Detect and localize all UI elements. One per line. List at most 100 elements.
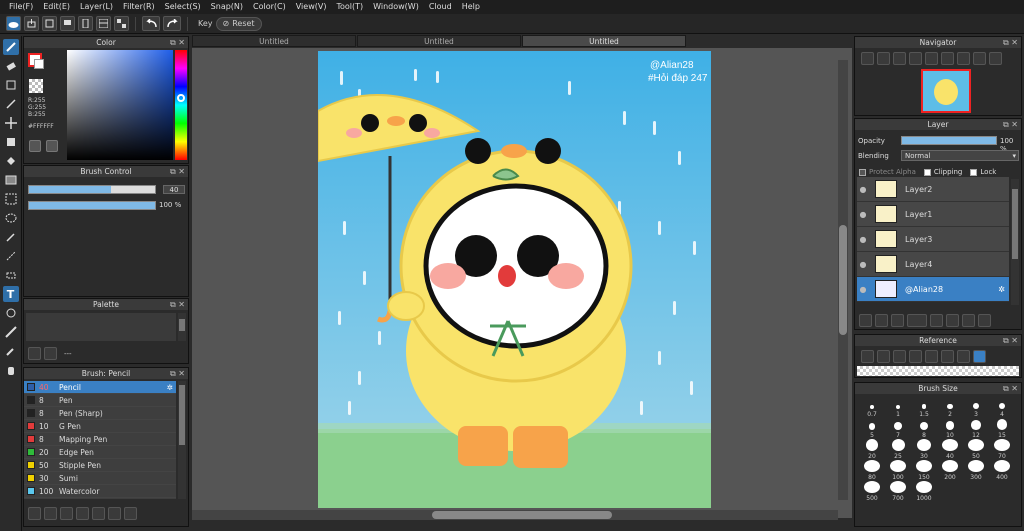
brush-size-cell[interactable]: 200 — [937, 460, 963, 481]
fit-screen-icon[interactable] — [941, 52, 954, 65]
brush-size-cell[interactable]: 20 — [859, 439, 885, 460]
add-palette-icon[interactable] — [28, 347, 41, 360]
brush-size-cell[interactable]: 1.5 — [911, 397, 937, 418]
zoom-in-icon[interactable] — [877, 52, 890, 65]
menu-cloud[interactable]: Cloud — [424, 0, 457, 14]
new-canvas-icon[interactable] — [42, 16, 57, 31]
magic-wand-icon[interactable] — [3, 229, 19, 245]
eraser-tool-icon[interactable] — [3, 58, 19, 74]
open-reference-icon[interactable] — [877, 350, 890, 363]
brush-size-cell[interactable]: 300 — [963, 460, 989, 481]
reference-image-area[interactable] — [857, 366, 1019, 376]
blending-select[interactable]: Normal ▾ — [901, 150, 1019, 161]
brush-item[interactable]: 20 Edge Pen — [24, 446, 176, 459]
palette-swatches[interactable] — [26, 313, 176, 341]
hand-reference-icon[interactable] — [973, 350, 986, 363]
delete-brush-icon[interactable] — [124, 507, 137, 520]
menu-layer[interactable]: Layer(L) — [75, 0, 118, 14]
panel-layout-icon[interactable] — [96, 16, 111, 31]
reset-button[interactable]: ⊘ Reset — [215, 16, 262, 31]
fill-rect-tool-icon[interactable] — [3, 134, 19, 150]
brush-size-cell[interactable]: 25 — [885, 439, 911, 460]
hand-tool-icon[interactable] — [3, 362, 19, 378]
brush-size-cell[interactable]: 80 — [859, 460, 885, 481]
tab-untitled-2[interactable]: Untitled — [357, 35, 521, 47]
layer-row[interactable]: ● Layer3 — [857, 227, 1009, 252]
tab-untitled-3[interactable]: Untitled — [522, 35, 686, 47]
brush-size-cell[interactable]: 0.7 — [859, 397, 885, 418]
brush-size-cell[interactable]: 4 — [989, 397, 1015, 418]
brush-size-cell[interactable]: 15 — [989, 418, 1015, 439]
zoom-out-reference-icon[interactable] — [941, 350, 954, 363]
select-eraser-icon[interactable] — [3, 267, 19, 283]
menu-view[interactable]: View(V) — [291, 0, 332, 14]
brush-item[interactable]: 40 Pencil ✲ — [24, 381, 176, 394]
add-brush-icon[interactable] — [44, 507, 57, 520]
brush-size-slider[interactable] — [28, 185, 156, 194]
duplicate-brush-icon[interactable] — [108, 507, 121, 520]
fit-reference-icon[interactable] — [925, 350, 938, 363]
brush-size-cell[interactable]: 150 — [911, 460, 937, 481]
menu-help[interactable]: Help — [457, 0, 485, 14]
bucket-tool-icon[interactable] — [3, 153, 19, 169]
panel-expand-icon[interactable]: ⧉ ✕ — [170, 166, 185, 177]
color-swap-icon[interactable] — [46, 140, 58, 152]
menu-filter[interactable]: Filter(R) — [118, 0, 160, 14]
panel-expand-icon[interactable]: ⧉ ✕ — [170, 299, 185, 310]
hue-slider[interactable] — [175, 50, 187, 160]
brush-size-cell[interactable]: 12 — [963, 418, 989, 439]
panel-expand-icon[interactable]: ⧉ ✕ — [170, 37, 185, 48]
layer-opacity-slider[interactable] — [901, 136, 997, 145]
panel-expand-icon[interactable]: ⧉ ✕ — [170, 368, 185, 379]
eyedropper-reference-icon[interactable] — [957, 350, 970, 363]
clipping-checkbox[interactable]: Clipping — [923, 168, 962, 176]
brush-opacity-slider[interactable] — [28, 201, 156, 210]
undo-icon[interactable] — [142, 16, 160, 31]
lock-checkbox[interactable]: Lock — [970, 168, 996, 176]
palette-wheel-icon[interactable] — [29, 140, 41, 152]
select-pen-icon[interactable] — [3, 248, 19, 264]
brush-list-scrollbar[interactable] — [178, 381, 186, 499]
cloud-icon[interactable] — [6, 16, 21, 31]
delete-navigator-icon[interactable] — [989, 52, 1002, 65]
gear-icon[interactable]: ✲ — [167, 383, 173, 392]
layer-row[interactable]: ● Layer4 — [857, 252, 1009, 277]
brush-item[interactable]: 30 Sumi — [24, 472, 176, 485]
brush-item[interactable]: 8 Mapping Pen — [24, 433, 176, 446]
cloud-brush-icon[interactable] — [28, 507, 41, 520]
add-layer-1bit-icon[interactable] — [891, 314, 904, 327]
menu-tool[interactable]: Tool(T) — [331, 0, 368, 14]
layer-visibility-icon[interactable]: ● — [857, 235, 869, 244]
layer-visibility-icon[interactable]: ● — [857, 210, 869, 219]
export-icon[interactable] — [24, 16, 39, 31]
rotate-left-icon[interactable] — [957, 52, 970, 65]
duplicate-layer-icon[interactable] — [946, 314, 959, 327]
panel-expand-icon[interactable]: ⧉ ✕ — [1003, 383, 1018, 394]
brush-size-cell[interactable]: 8 — [911, 418, 937, 439]
brush-settings-icon[interactable] — [76, 507, 89, 520]
add-layer-8bit-icon[interactable] — [875, 314, 888, 327]
delete-layer-icon[interactable] — [978, 314, 991, 327]
canvas-vscrollbar[interactable] — [838, 60, 848, 500]
brush-size-cell[interactable]: 5 — [859, 418, 885, 439]
brush-size-cell[interactable]: 30 — [911, 439, 937, 460]
brush-size-cell[interactable]: 500 — [859, 481, 885, 502]
layer-list-scrollbar[interactable] — [1011, 179, 1019, 305]
navigator-thumbnail[interactable] — [921, 69, 971, 113]
delete-palette-icon[interactable] — [44, 347, 57, 360]
merge-layer-icon[interactable] — [962, 314, 975, 327]
canvas-hscrollbar[interactable] — [192, 510, 838, 520]
pen-tool-icon[interactable] — [3, 96, 19, 112]
layer-visibility-icon[interactable]: ● — [857, 260, 869, 269]
layer-visibility-icon[interactable]: ● — [857, 285, 869, 294]
protect-alpha-checkbox[interactable]: Protect Alpha — [859, 168, 916, 176]
select-tool-icon[interactable] — [3, 191, 19, 207]
text-tool-icon[interactable]: T — [2, 286, 19, 302]
brush-menu-icon[interactable] — [60, 507, 73, 520]
brush-size-cell[interactable]: 50 — [963, 439, 989, 460]
eyedropper-icon[interactable] — [3, 343, 19, 359]
cloud-reference-icon[interactable] — [861, 350, 874, 363]
brush-tool-icon[interactable] — [2, 39, 19, 55]
brush-size-cell[interactable]: 1000 — [911, 481, 937, 502]
brush-size-value[interactable]: 40 — [163, 185, 185, 194]
